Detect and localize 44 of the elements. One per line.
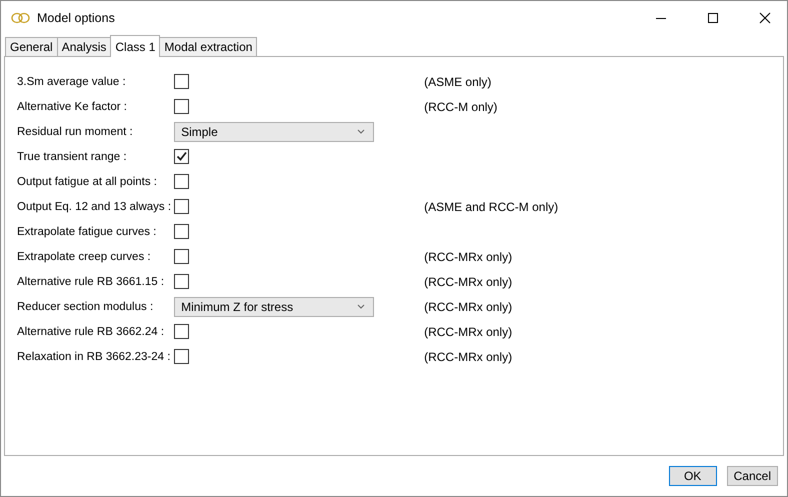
note-text: (RCC-MRx only) xyxy=(424,324,514,338)
option-label: Alternative rule RB 3661.15 : xyxy=(16,276,166,288)
checkbox[interactable] xyxy=(174,99,190,114)
option-label: Reducer section modulus : xyxy=(16,300,154,312)
option-label: Alternative rule RB 3662.24 : xyxy=(16,326,166,338)
checkbox[interactable] xyxy=(174,224,190,239)
note-text: (RCC-MRx only) xyxy=(424,300,514,314)
dialog-button[interactable]: Cancel xyxy=(726,466,778,486)
dropdown[interactable]: Simple xyxy=(174,122,374,142)
option-label: True transient range : xyxy=(16,150,128,162)
note-text: (RCC-MRx only) xyxy=(424,350,514,364)
checkbox[interactable] xyxy=(174,74,190,89)
close-icon[interactable] xyxy=(759,12,771,24)
checkbox[interactable] xyxy=(174,249,190,264)
checkbox[interactable] xyxy=(174,199,190,214)
option-label: Extrapolate fatigue curves : xyxy=(16,226,158,238)
checkbox[interactable] xyxy=(174,149,190,164)
option-label: 3.Sm average value : xyxy=(16,76,127,88)
note-text: (ASME and RCC-M only) xyxy=(424,200,558,214)
option-label: Residual run moment : xyxy=(16,126,134,138)
option-label: Output fatigue at all points : xyxy=(16,176,158,188)
dropdown[interactable]: Minimum Z for stress xyxy=(174,296,374,316)
checkbox[interactable] xyxy=(174,324,190,339)
tab[interactable]: Class 1 xyxy=(110,35,160,57)
note-text: (RCC-MRx only) xyxy=(424,274,514,288)
window-title: Model options xyxy=(37,11,115,25)
tab[interactable]: General xyxy=(5,37,58,56)
chevron-icon xyxy=(357,129,366,134)
note-text: (ASME only) xyxy=(424,74,492,88)
option-label: Alternative Ke factor : xyxy=(16,100,128,112)
option-label: Relaxation in RB 3662.23-24 : xyxy=(16,350,172,362)
tab[interactable]: Modal extraction xyxy=(159,37,258,56)
checkbox[interactable] xyxy=(174,349,190,364)
dialog-button[interactable]: OK xyxy=(668,466,717,486)
checkbox[interactable] xyxy=(174,174,190,189)
note-text: (RCC-M only) xyxy=(424,100,498,114)
checkbox[interactable] xyxy=(174,274,190,289)
app-icon xyxy=(11,12,31,24)
option-label: Extrapolate creep curves : xyxy=(16,250,152,262)
maximize-icon[interactable] xyxy=(707,12,719,24)
note-text: (RCC-MRx only) xyxy=(424,250,514,264)
chevron-icon xyxy=(357,304,366,309)
tab[interactable]: Analysis xyxy=(56,37,112,56)
option-label: Output Eq. 12 and 13 always : xyxy=(16,200,172,212)
